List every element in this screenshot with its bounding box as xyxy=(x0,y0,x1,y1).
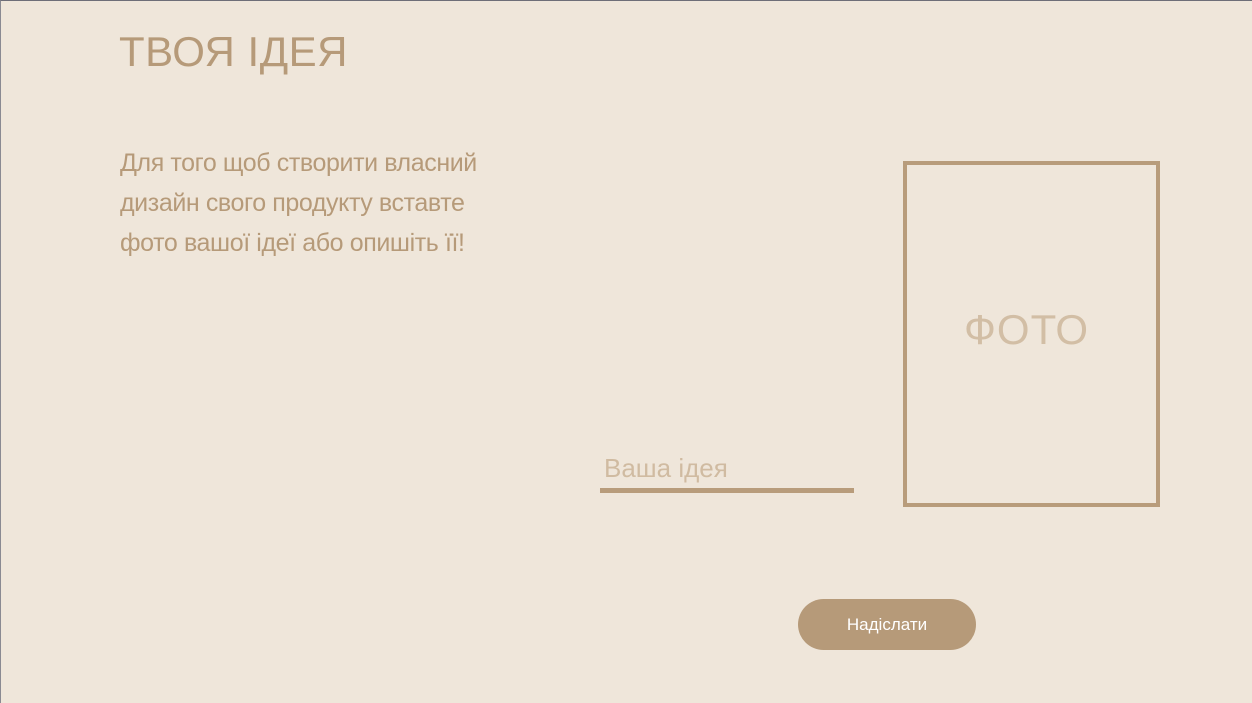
idea-input[interactable] xyxy=(600,451,854,493)
intro-text: Для того щоб створити власний дизайн сво… xyxy=(120,149,477,257)
photo-label: ФОТО xyxy=(963,306,1090,353)
page-title: ТВОЯ ІДЕЯ xyxy=(119,28,348,75)
submit-button[interactable]: Надіслати xyxy=(798,599,976,650)
photo-upload-box[interactable]: ФОТО xyxy=(903,161,1160,507)
